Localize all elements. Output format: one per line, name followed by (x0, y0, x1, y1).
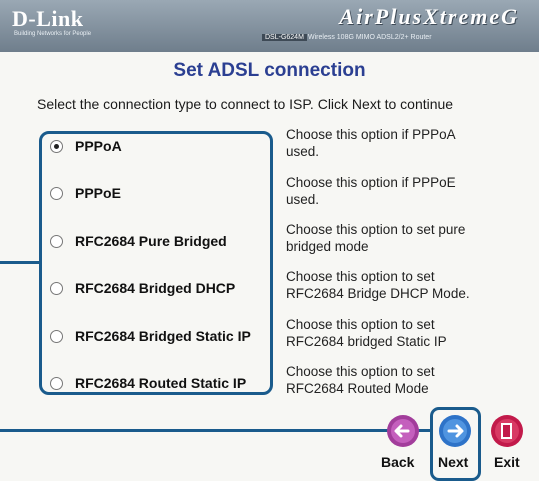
desc-line: Choose this option if PPPoE (286, 175, 456, 190)
desc-line: RFC2684 Routed Mode (286, 381, 429, 396)
header-banner: D-Link Building Networks for People AirP… (0, 0, 539, 52)
right-arrow-icon (439, 415, 471, 447)
left-arrow-icon (387, 415, 419, 447)
brand-tagline: Building Networks for People (14, 31, 92, 37)
back-button[interactable] (386, 414, 420, 448)
options-highlight-box (39, 131, 273, 395)
exit-door-icon (491, 415, 523, 447)
desc-line: Choose this option to set (286, 269, 435, 284)
desc-line: Choose this option to set (286, 317, 435, 332)
desc-line: Choose this option to set (286, 364, 435, 379)
desc-line: used. (286, 192, 320, 207)
desc-line: bridged mode (286, 239, 369, 254)
option-description: Choose this option to set RFC2684 Bridge… (286, 268, 536, 302)
product-name: AirPlusXtremeG (339, 4, 519, 29)
next-label[interactable]: Next (438, 454, 468, 470)
page-title: Set ADSL connection (173, 60, 366, 81)
option-description: Choose this option if PPPoA used. (286, 126, 536, 160)
dlink-logo: D-Link (12, 6, 84, 31)
option-description: Choose this option to set RFC2684 Routed… (286, 363, 536, 397)
option-description: Choose this option if PPPoE used. (286, 174, 536, 208)
option-description: Choose this option to set RFC2684 bridge… (286, 316, 536, 350)
callout-line (0, 261, 39, 264)
desc-line: Choose this option if PPPoA (286, 127, 456, 142)
model-description: Wireless 108G MIMO ADSL2/2+ Router (308, 34, 432, 41)
desc-line: RFC2684 bridged Static IP (286, 334, 447, 349)
model-tag: DSL-G624M (262, 34, 307, 41)
back-label[interactable]: Back (381, 454, 414, 470)
exit-label[interactable]: Exit (494, 454, 520, 470)
page-subtitle: Select the connection type to connect to… (37, 96, 454, 112)
option-description: Choose this option to set pure bridged m… (286, 221, 536, 255)
desc-line: RFC2684 Bridge DHCP Mode. (286, 286, 470, 301)
exit-button[interactable] (490, 414, 524, 448)
wizard-content: Set ADSL connection Select the connectio… (0, 52, 539, 481)
callout-line (0, 429, 432, 432)
desc-line: Choose this option to set pure (286, 222, 466, 237)
next-button[interactable] (438, 414, 472, 448)
desc-line: used. (286, 144, 320, 159)
